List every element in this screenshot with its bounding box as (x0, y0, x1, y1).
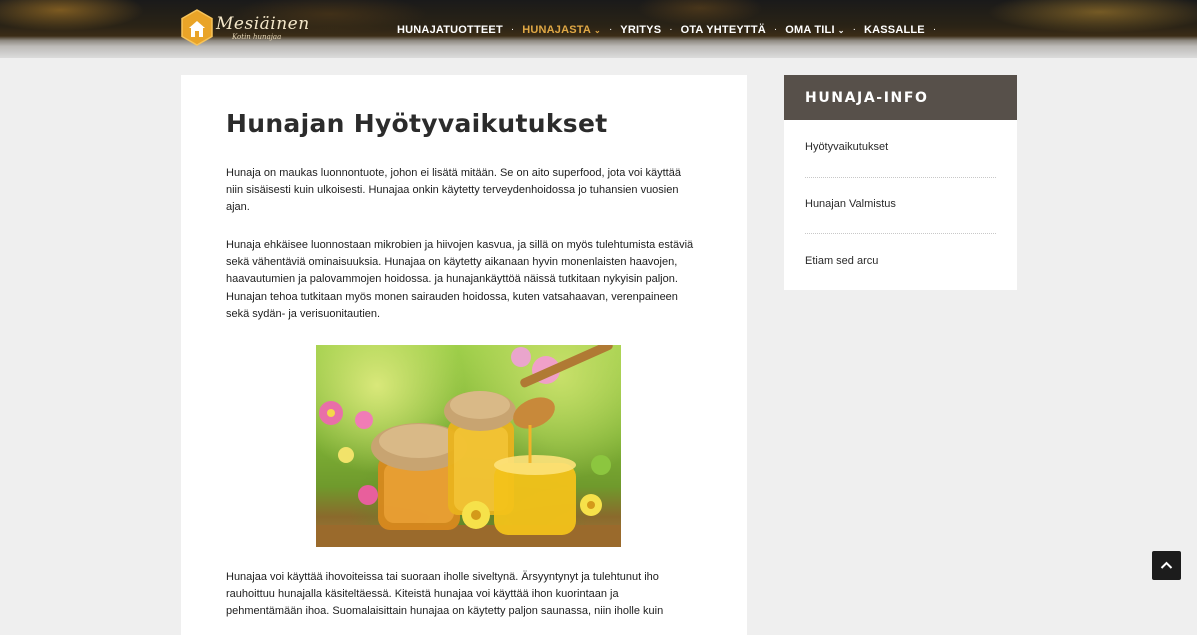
nav-label: HUNAJATUOTTEET (397, 24, 503, 36)
nav-item-hunajasta[interactable]: HUNAJASTA ⌄ (522, 24, 601, 36)
sidebar-title: HUNAJA-INFO (805, 90, 929, 106)
logo-subtext: Kotin hunajaa (232, 33, 282, 41)
nav-label: YRITYS (620, 24, 662, 36)
nav-label: OTA YHTEYTTÄ (680, 24, 766, 36)
sidebar-link-hunajan-valmistus[interactable]: Hunajan Valmistus (805, 198, 896, 210)
honey-house-hexagon-icon (181, 9, 213, 46)
sidebar-header: HUNAJA-INFO (784, 75, 1017, 120)
main-navigation: HUNAJATUOTTEET · HUNAJASTA ⌄ · YRITYS · … (397, 23, 944, 37)
article-paragraph: Hunajaa voi käyttää ihovoiteissa tai suo… (226, 571, 664, 618)
sidebar-link-hyotyvaikutukset[interactable]: Hyötyvaikutukset (805, 141, 888, 153)
nav-item-kassalle[interactable]: KASSALLE (864, 24, 925, 36)
nav-item-oma-tili[interactable]: OMA TILI ⌄ (785, 24, 844, 36)
article-paragraph: Hunaja ehkäisee luonnostaan mikrobien ja… (226, 239, 694, 320)
sidebar-divider (805, 177, 996, 178)
nav-item-yritys[interactable]: YRITYS (620, 24, 661, 36)
nav-separator: · (773, 24, 778, 35)
nav-separator: · (510, 24, 515, 35)
nav-item-ota-yhteytta[interactable]: OTA YHTEYTTÄ (681, 24, 766, 36)
sidebar-divider (805, 233, 996, 234)
site-header: Mesiäinen Kotin hunajaa HUNAJATUOTTEET ·… (0, 0, 1197, 58)
sidebar-widget: HUNAJA-INFO Hyötyvaikutukset Hunajan Val… (784, 75, 1017, 290)
chevron-up-icon (1160, 561, 1173, 569)
nav-label: HUNAJASTA (522, 24, 592, 36)
nav-item-hunajatuotteet[interactable]: HUNAJATUOTTEET (397, 24, 503, 36)
back-to-top-button[interactable] (1152, 551, 1181, 580)
logo-text: Mesiäinen (216, 14, 310, 34)
nav-separator: · (852, 24, 856, 35)
sidebar-link-etiam-sed-arcu[interactable]: Etiam sed arcu (805, 255, 878, 267)
nav-separator: · (669, 24, 673, 35)
honey-jars-illustration (316, 345, 621, 547)
chevron-down-icon: ⌄ (594, 25, 601, 35)
site-logo[interactable]: Mesiäinen Kotin hunajaa (180, 9, 309, 47)
article-card: Hunajan Hyötyvaikutukset Hunaja on mauka… (181, 75, 747, 635)
nav-label: KASSALLE (863, 24, 925, 36)
chevron-down-icon: ⌄ (837, 25, 845, 35)
nav-separator: · (608, 24, 613, 35)
nav-label: OMA TILI (785, 24, 835, 36)
page-title: Hunajan Hyötyvaikutukset (226, 109, 608, 138)
article-paragraph: Hunaja on maukas luonnontuote, johon ei … (226, 167, 681, 214)
nav-separator: · (932, 24, 937, 35)
honey-jars-image (316, 345, 621, 547)
